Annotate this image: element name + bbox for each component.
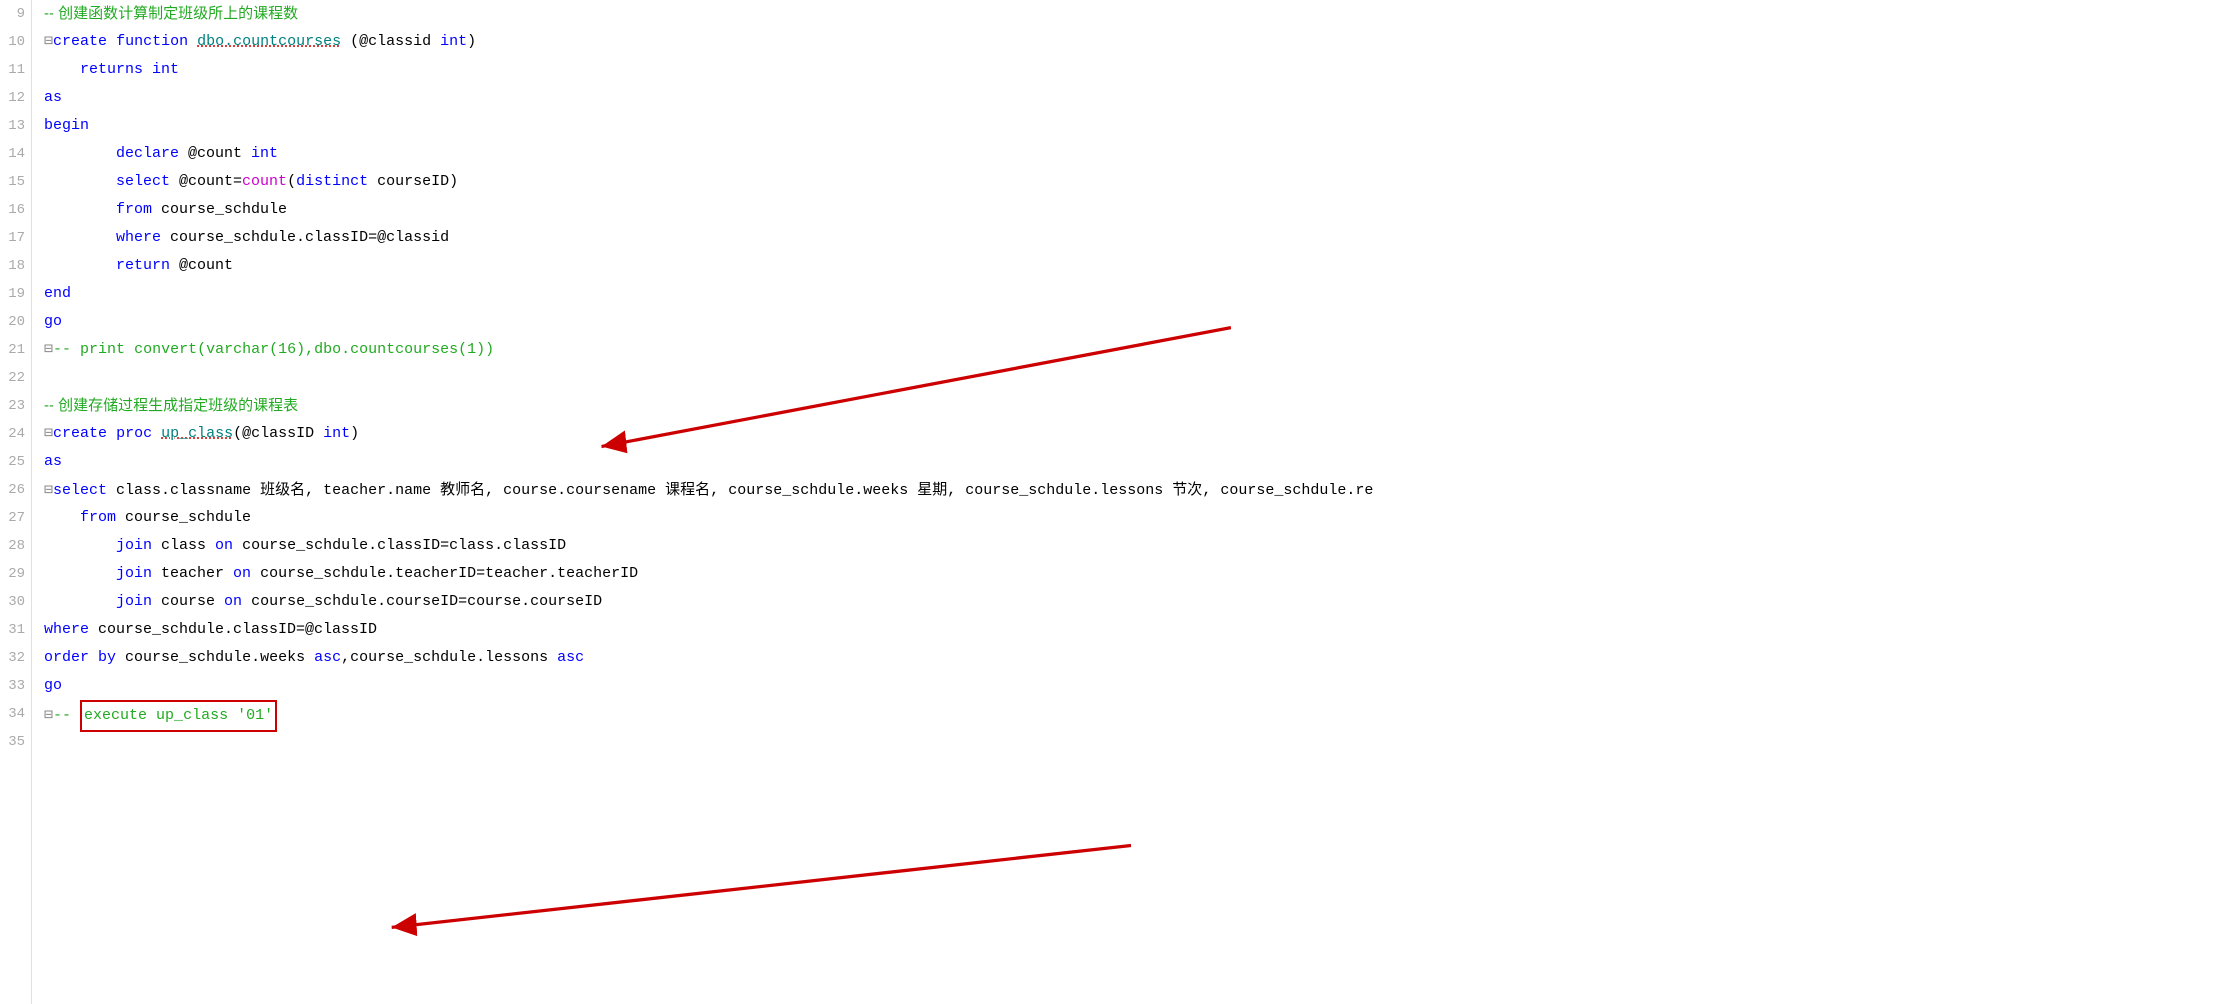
code-line-20: go — [44, 308, 2230, 336]
code-line-34: ⊟-- execute up_class '01' — [44, 700, 2230, 728]
code-line-25: as — [44, 448, 2230, 476]
code-line-35 — [44, 728, 2230, 756]
code-line-18: return @count — [44, 252, 2230, 280]
code-editor: 9 10 11 12 13 14 15 16 17 18 19 20 21 22… — [0, 0, 2230, 1004]
code-line-9: -- 创建函数计算制定班级所上的课程数 — [44, 0, 2230, 28]
code-line-15: select @count=count(distinct courseID) — [44, 168, 2230, 196]
code-line-11: returns int — [44, 56, 2230, 84]
code-line-30: join course on course_schdule.courseID=c… — [44, 588, 2230, 616]
code-line-31: where course_schdule.classID=@classID — [44, 616, 2230, 644]
code-line-33: go — [44, 672, 2230, 700]
code-line-21: ⊟-- print convert(varchar(16),dbo.countc… — [44, 336, 2230, 364]
code-line-29: join teacher on course_schdule.teacherID… — [44, 560, 2230, 588]
code-line-23: -- 创建存储过程生成指定班级的课程表 — [44, 392, 2230, 420]
code-line-12: as — [44, 84, 2230, 112]
code-line-26: ⊟select class.classname 班级名, teacher.nam… — [44, 476, 2230, 504]
code-line-24: ⊟create proc up_class(@classID int) — [44, 420, 2230, 448]
code-line-28: join class on course_schdule.classID=cla… — [44, 532, 2230, 560]
code-line-17: where course_schdule.classID=@classid — [44, 224, 2230, 252]
code-line-19: end — [44, 280, 2230, 308]
code-line-16: from course_schdule — [44, 196, 2230, 224]
code-line-14: declare @count int — [44, 140, 2230, 168]
code-line-22 — [44, 364, 2230, 392]
code-line-32: order by course_schdule.weeks asc,course… — [44, 644, 2230, 672]
line-numbers: 9 10 11 12 13 14 15 16 17 18 19 20 21 22… — [0, 0, 32, 1004]
code-line-27: from course_schdule — [44, 504, 2230, 532]
code-line-10: ⊟create function dbo.countcourses (@clas… — [44, 28, 2230, 56]
code-content: -- 创建函数计算制定班级所上的课程数 ⊟create function dbo… — [32, 0, 2230, 1004]
code-line-13: begin — [44, 112, 2230, 140]
